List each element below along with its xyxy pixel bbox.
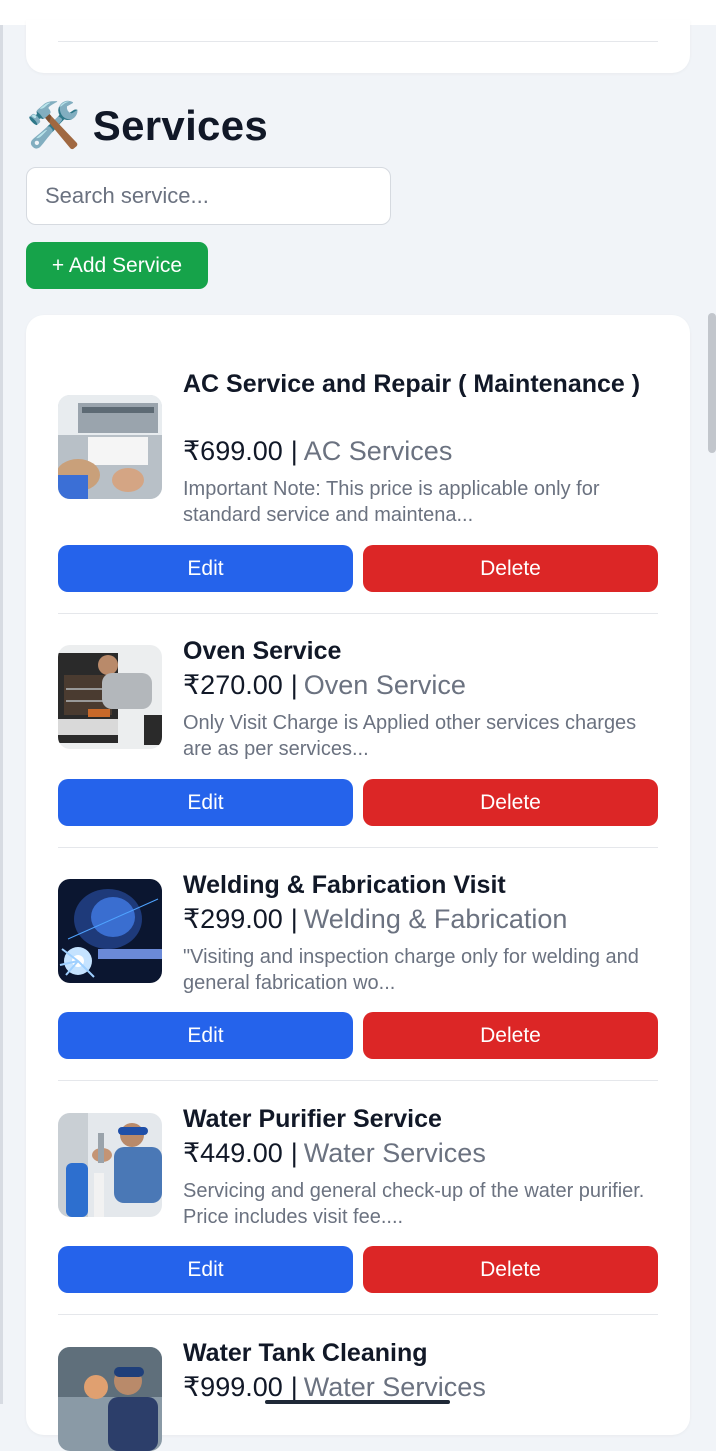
tools-icon: 🛠️ <box>26 101 81 150</box>
delete-button[interactable]: Delete <box>363 1012 658 1059</box>
service-description: Servicing and general check-up of the wa… <box>183 1180 645 1228</box>
price-row: ₹270.00 | Oven Service <box>183 668 661 702</box>
welding-photo <box>58 879 162 983</box>
separator: | <box>290 436 298 466</box>
service-description: "Visiting and inspection charge only for… <box>183 946 639 994</box>
service-category: AC Services <box>303 436 453 466</box>
separator: | <box>290 1372 298 1402</box>
item-divider <box>58 1080 658 1081</box>
search-input[interactable] <box>26 167 391 225</box>
service-price: ₹299.00 <box>183 904 283 934</box>
separator: | <box>290 1138 298 1168</box>
price-row: ₹299.00 | Welding & Fabrication <box>183 902 661 936</box>
price-row: ₹699.00 | AC Services <box>183 434 661 468</box>
service-price: ₹999.00 <box>183 1372 283 1402</box>
price-row: ₹449.00 | Water Services <box>183 1136 661 1170</box>
service-name: Water Purifier Service <box>183 1105 442 1133</box>
service-description: Only Visit Charge is Applied other servi… <box>183 712 637 760</box>
edit-button[interactable]: Edit <box>58 779 353 826</box>
home-indicator <box>265 1400 450 1404</box>
service-price: ₹270.00 <box>183 670 283 700</box>
service-description: Important Note: This price is applicable… <box>183 478 600 526</box>
service-name: Water Tank Cleaning <box>183 1339 428 1367</box>
oven-repair-photo <box>58 645 162 749</box>
price-row: ₹999.00 | Water Services <box>183 1370 661 1404</box>
water-tank-photo <box>58 1347 162 1451</box>
edit-button[interactable]: Edit <box>58 545 353 592</box>
service-price: ₹449.00 <box>183 1138 283 1168</box>
edit-button[interactable]: Edit <box>58 1012 353 1059</box>
divider <box>58 41 658 42</box>
service-category: Welding & Fabrication <box>303 904 568 934</box>
add-service-button[interactable]: + Add Service <box>26 242 208 289</box>
separator: | <box>290 904 298 934</box>
left-rail <box>0 25 3 1404</box>
services-list: AC Service and Repair ( Maintenance ) ₹6… <box>26 315 690 1451</box>
item-divider <box>58 1314 658 1315</box>
item-divider <box>58 847 658 848</box>
delete-button[interactable]: Delete <box>363 779 658 826</box>
ac-repair-photo <box>58 395 162 499</box>
service-name: Welding & Fabrication Visit <box>183 871 506 899</box>
delete-button[interactable]: Delete <box>363 1246 658 1293</box>
item-divider <box>58 613 658 614</box>
page-title: Services <box>92 102 269 149</box>
service-category: Oven Service <box>303 670 466 700</box>
previous-section-card <box>26 20 690 73</box>
service-name: AC Service and Repair ( Maintenance ) <box>183 370 641 398</box>
service-price: ₹699.00 <box>183 436 283 466</box>
scrollbar[interactable] <box>708 313 716 453</box>
separator: | <box>290 670 298 700</box>
page-heading: 🛠️ Services <box>26 98 268 154</box>
service-name: Oven Service <box>183 637 342 665</box>
service-category: Water Services <box>303 1372 486 1402</box>
edit-button[interactable]: Edit <box>58 1246 353 1293</box>
service-category: Water Services <box>303 1138 486 1168</box>
delete-button[interactable]: Delete <box>363 545 658 592</box>
water-purifier-photo <box>58 1113 162 1217</box>
